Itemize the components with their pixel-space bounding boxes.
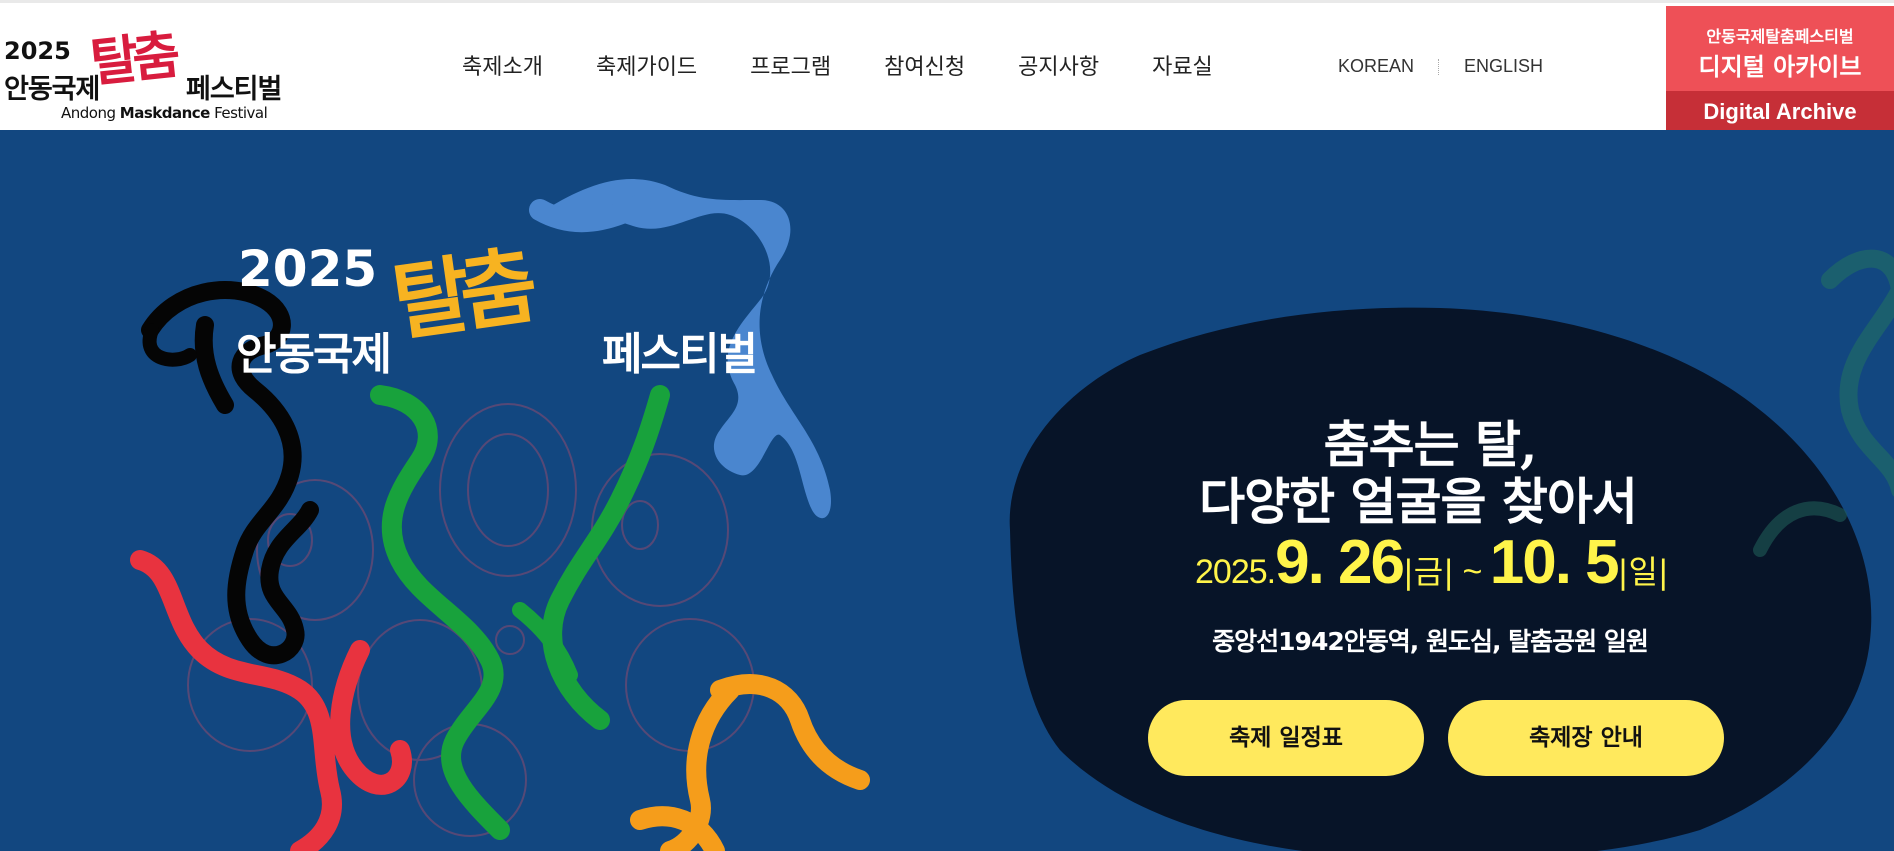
hero-logo-korean-right: 페스티벌 [602,329,758,380]
nav-item-program[interactable]: 프로그램 [750,49,831,81]
language-switcher: KOREAN ENGLISH [1338,56,1543,77]
festival-logo[interactable]: 2025 안동국제 탈춤 페스티벌 Andong Maskdance Festi… [0,9,300,127]
date-end: 10. 5 [1489,528,1620,597]
logo-year: 2025 [4,37,71,65]
archive-line3: Digital Archive [1666,91,1894,133]
archive-banner-top: 안동국제탈춤페스티벌 디지털 아카이브 [1666,6,1894,91]
nav-item-festival-guide[interactable]: 축제가이드 [596,49,697,81]
archive-line1: 안동국제탈춤페스티벌 [1706,27,1854,46]
logo-korean-left: 안동국제 [4,74,100,105]
date-end-day: |일| [1617,553,1669,591]
nav-item-resources[interactable]: 자료실 [1152,49,1213,81]
lang-english-link[interactable]: ENGLISH [1464,56,1543,77]
logo-english: Andong Maskdance Festival [61,104,268,122]
logo-english-bold: Maskdance [119,104,211,122]
hero-banner: 2025 안동국제 탈춤 페스티벌 춤추는 탈, 다양한 얼굴을 찾아서 202… [0,130,1894,851]
hero-logo-year: 2025 [238,240,378,298]
date-year: 2025. [1195,553,1276,591]
festival-venue: 중앙선1942안동역, 원도심, 탈춤공원 일원 [1212,627,1649,656]
logo-english-pre: Andong [61,104,120,122]
site-header: 2025 안동국제 탈춤 페스티벌 Andong Maskdance Festi… [0,0,1894,133]
main-nav: 축제소개 축제가이드 프로그램 참여신청 공지사항 자료실 [462,49,1213,81]
nav-item-notice[interactable]: 공지사항 [1018,49,1099,81]
festival-venue-guide-button[interactable]: 축제장 안내 [1448,700,1724,776]
festival-dates: 2025.9. 26|금| ~ 10. 5|일| [1195,527,1669,598]
logo-english-post: Festival [209,104,268,122]
festival-schedule-button[interactable]: 축제 일정표 [1148,700,1424,776]
date-tilde: ~ [1454,553,1490,591]
logo-korean-right: 페스티벌 [186,74,282,105]
hero-logo-korean-left: 안동국제 [236,329,392,380]
lang-korean-link[interactable]: KOREAN [1338,56,1414,77]
digital-archive-button[interactable]: 안동국제탈춤페스티벌 디지털 아카이브 Digital Archive [1666,6,1894,133]
nav-item-participation[interactable]: 참여신청 [884,49,965,81]
logo-korean-mark: 탈춤 [87,24,178,95]
date-start-day: |금| [1403,553,1455,591]
date-start: 9. 26 [1275,528,1405,597]
tagline-line2: 다양한 얼굴을 찾아서 [1199,472,1638,531]
lang-divider [1438,58,1440,75]
hero-logo-korean-mark: 탈춤 [386,236,534,353]
archive-line2: 디지털 아카이브 [1698,53,1862,81]
nav-item-festival-intro[interactable]: 축제소개 [462,49,543,81]
